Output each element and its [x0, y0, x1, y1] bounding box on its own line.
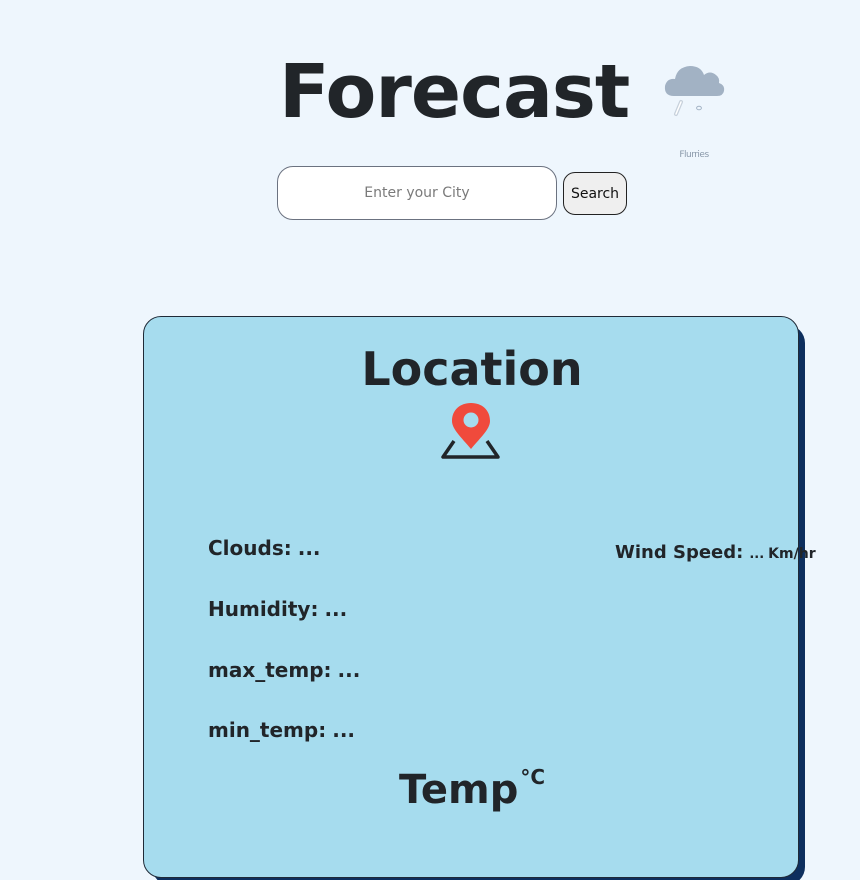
min-temp-value: ... — [332, 718, 356, 742]
weather-app: Forecast Flurries Search Location Clouds… — [0, 0, 860, 880]
location-title: Location — [361, 342, 583, 396]
max-temp-label: max_temp: — [208, 658, 332, 682]
min-temp-stat: min_temp:... — [208, 718, 355, 742]
city-search-input[interactable] — [277, 166, 557, 220]
wind-speed-label: Wind Speed: — [615, 542, 744, 563]
weather-widget: Flurries — [660, 58, 730, 162]
wind-speed-value: ... — [749, 547, 765, 562]
wind-speed-unit: Km/hr — [768, 546, 816, 562]
page-title: Forecast — [279, 49, 630, 135]
cloud-rain-icon — [664, 66, 725, 116]
search-button[interactable]: Search — [563, 172, 627, 215]
weather-card: Location Clouds:... Humidity:... max_tem… — [143, 316, 816, 878]
clouds-value: ... — [297, 536, 321, 560]
temperature-display: Temp °C — [144, 765, 800, 813]
clouds-label: Clouds: — [208, 536, 292, 560]
clouds-stat: Clouds:... — [208, 536, 321, 560]
max-temp-stat: max_temp:... — [208, 658, 360, 682]
temp-unit: °C — [520, 765, 546, 789]
map-pin-icon — [441, 403, 500, 459]
min-temp-label: min_temp: — [208, 718, 327, 742]
humidity-label: Humidity: — [208, 597, 319, 621]
max-temp-value: ... — [337, 658, 361, 682]
humidity-value: ... — [324, 597, 348, 621]
temp-label: Temp — [398, 767, 519, 813]
wind-speed-stat: Wind Speed:... Km/hr — [615, 542, 816, 563]
humidity-stat: Humidity:... — [208, 597, 347, 621]
weather-caption: Flurries — [679, 150, 709, 160]
